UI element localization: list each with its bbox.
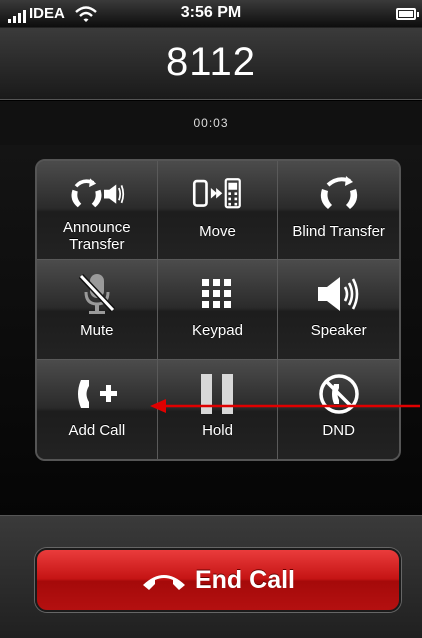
add-call-button[interactable]: Add Call (37, 359, 158, 459)
blind-transfer-icon (311, 173, 367, 217)
mute-label: Mute (80, 322, 114, 340)
keypad-button[interactable]: Keypad (157, 260, 279, 360)
speaker-icon (311, 272, 367, 316)
mute-button[interactable]: Mute (37, 260, 158, 360)
move-button[interactable]: Move (157, 161, 279, 261)
move-to-phone-icon (189, 173, 245, 217)
status-time: 3:56 PM (180, 4, 242, 21)
add-call-icon (69, 372, 125, 416)
call-number: 8112 (165, 40, 256, 84)
call-info-strip: 00:03 (0, 101, 422, 145)
add-call-label: Add Call (68, 421, 126, 439)
speaker-button[interactable]: Speaker (278, 260, 399, 360)
dnd-label: DND (322, 421, 355, 439)
end-call-label: End Call (194, 565, 295, 594)
end-call-bar: End Call (0, 515, 422, 638)
hold-label: Hold (202, 421, 233, 439)
muted-microphone-icon (69, 272, 125, 316)
speaker-label: Speaker (310, 322, 367, 340)
announce-transfer-button[interactable]: Announce Transfer (37, 161, 158, 261)
keypad-icon (189, 272, 245, 316)
annotation-arrow (150, 399, 420, 413)
move-label: Move (199, 223, 236, 240)
handset-down-icon (142, 575, 185, 590)
in-call-panel: Announce Transfer Move Blind Transfer Mu… (0, 145, 422, 515)
keypad-label: Keypad (192, 322, 243, 340)
announce-transfer-label: Announce Transfer (63, 219, 131, 253)
end-call-button[interactable]: End Call (35, 548, 401, 612)
blind-transfer-label: Blind Transfer (292, 223, 385, 240)
call-duration: 00:03 (193, 116, 229, 130)
call-header: 8112 (0, 28, 422, 100)
announce-transfer-icon (69, 173, 125, 217)
status-bar: IDEA 3:56 PM (0, 0, 422, 28)
blind-transfer-button[interactable]: Blind Transfer (278, 161, 399, 261)
battery-icon (396, 8, 419, 20)
